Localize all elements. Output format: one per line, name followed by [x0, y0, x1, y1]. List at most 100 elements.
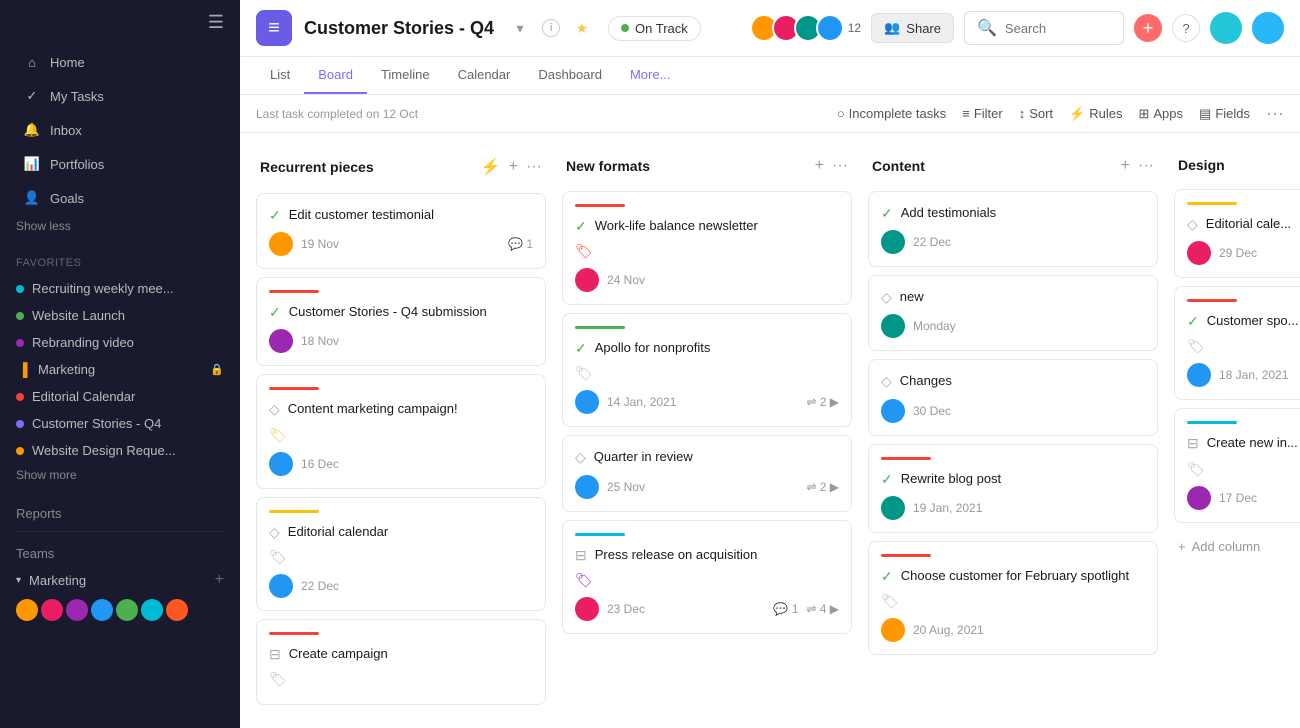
- card-avatar: [269, 574, 293, 598]
- card-title: Customer Stories - Q4 submission: [289, 303, 487, 321]
- chevron-down-icon[interactable]: ▾: [506, 14, 534, 42]
- card-add-testimonials[interactable]: ✓ Add testimonials 22 Dec: [868, 191, 1158, 267]
- diamond-icon: ◇: [881, 289, 892, 306]
- star-icon[interactable]: ★: [568, 14, 596, 42]
- search-input[interactable]: [1005, 21, 1111, 36]
- card-title: Customer spo...: [1207, 312, 1299, 330]
- card-title: Editorial cale...: [1206, 215, 1291, 233]
- add-icon: +: [1178, 539, 1186, 554]
- sidebar-fav-rebranding[interactable]: Rebranding video: [0, 329, 240, 356]
- card-rewrite-blog[interactable]: ✓ Rewrite blog post 19 Jan, 2021: [868, 444, 1158, 533]
- tab-dashboard[interactable]: Dashboard: [524, 57, 616, 94]
- sidebar-item-goals[interactable]: 👤 Goals: [8, 182, 232, 214]
- card-title: Editorial calendar: [288, 523, 388, 541]
- sidebar: ☰ ⌂ Home ✓ My Tasks 🔔 Inbox 📊 Portfolios…: [0, 0, 240, 728]
- card-press-release[interactable]: ⊟ Press release on acquisition 🏷 23 Dec …: [562, 520, 852, 634]
- apps-button[interactable]: ⊞ Apps: [1138, 106, 1183, 122]
- card-create-new[interactable]: ⊟ Create new in... 🏷 17 Dec: [1174, 408, 1300, 522]
- sidebar-reports-section[interactable]: Reports: [0, 494, 240, 525]
- search-box[interactable]: 🔍: [964, 11, 1124, 45]
- team-avatar-group: [0, 595, 240, 625]
- card-avatar: [269, 232, 293, 256]
- sidebar-item-home[interactable]: ⌂ Home: [8, 46, 232, 78]
- lightning-icon[interactable]: ⚡: [481, 157, 501, 177]
- more-options-icon[interactable]: ···: [1266, 103, 1284, 124]
- card-customer-spotlight[interactable]: ✓ Customer spo... 🏷 18 Jan, 2021: [1174, 286, 1300, 400]
- sort-button[interactable]: ↕ Sort: [1019, 106, 1053, 121]
- comment-count: 💬 1: [773, 602, 798, 616]
- main-content: ≡ Customer Stories - Q4 ▾ i ★ On Track 1…: [240, 0, 1300, 728]
- add-card-button[interactable]: +: [509, 158, 518, 176]
- info-icon[interactable]: i: [542, 19, 560, 37]
- add-card-button[interactable]: +: [1121, 157, 1130, 175]
- card-date: 19 Nov: [301, 237, 339, 251]
- subtask-count: ⇌ 2 ▶: [806, 480, 839, 494]
- card-changes[interactable]: ◇ Changes 30 Dec: [868, 359, 1158, 435]
- sidebar-fav-recruiting[interactable]: Recruiting weekly mee...: [0, 275, 240, 302]
- column-header-design: Design: [1174, 149, 1300, 181]
- card-bar: [269, 632, 319, 635]
- show-less-button[interactable]: Show less: [0, 215, 240, 237]
- add-card-button[interactable]: +: [815, 157, 824, 175]
- share-button[interactable]: 👥 Share: [871, 13, 954, 43]
- tab-board[interactable]: Board: [304, 57, 367, 94]
- tag-icon: 🏷: [269, 427, 533, 444]
- card-date: Monday: [913, 319, 956, 333]
- sidebar-fav-marketing[interactable]: ▐ Marketing 🔒: [0, 356, 240, 383]
- tab-more[interactable]: More...: [616, 57, 684, 94]
- favorites-section-title: Favorites: [0, 245, 240, 275]
- card-choose-customer[interactable]: ✓ Choose customer for February spotlight…: [868, 541, 1158, 655]
- add-column-button[interactable]: + Add column: [1174, 531, 1300, 562]
- tab-calendar[interactable]: Calendar: [444, 57, 525, 94]
- card-work-life-newsletter[interactable]: ✓ Work-life balance newsletter 🏷 24 Nov: [562, 191, 852, 305]
- card-avatar: [1187, 241, 1211, 265]
- filter-button[interactable]: ≡ Filter: [962, 106, 1002, 121]
- hamburger-icon[interactable]: ☰: [208, 12, 224, 33]
- sidebar-fav-website-launch[interactable]: Website Launch: [0, 302, 240, 329]
- sidebar-item-my-tasks[interactable]: ✓ My Tasks: [8, 80, 232, 112]
- card-create-campaign[interactable]: ⊟ Create campaign 🏷: [256, 619, 546, 705]
- check-icon: ✓: [881, 471, 893, 488]
- sidebar-header: ☰: [0, 0, 240, 45]
- card-date: 17 Dec: [1219, 491, 1257, 505]
- card-avatar: [575, 268, 599, 292]
- card-editorial-design[interactable]: ◇ Editorial cale... 29 Dec: [1174, 189, 1300, 278]
- card-editorial-calendar[interactable]: ◇ Editorial calendar 🏷 22 Dec: [256, 497, 546, 611]
- card-quarter-in-review[interactable]: ◇ Quarter in review 25 Nov ⇌ 2 ▶: [562, 435, 852, 511]
- avatar: [41, 599, 63, 621]
- tab-list[interactable]: List: [256, 57, 304, 94]
- card-title: Choose customer for February spotlight: [901, 567, 1129, 585]
- status-badge: On Track: [608, 16, 701, 41]
- topbar-icons: ▾ i ★: [506, 14, 596, 42]
- column-title: Recurrent pieces: [260, 159, 473, 175]
- add-button[interactable]: +: [1134, 14, 1162, 42]
- rules-button[interactable]: ⚡ Rules: [1069, 106, 1122, 122]
- card-apollo-nonprofits[interactable]: ✓ Apollo for nonprofits 🏷 14 Jan, 2021 ⇌…: [562, 313, 852, 427]
- sidebar-fav-website-design[interactable]: Website Design Reque...: [0, 437, 240, 464]
- sidebar-item-inbox[interactable]: 🔔 Inbox: [8, 114, 232, 146]
- card-bar: [575, 204, 625, 207]
- card-bar: [269, 510, 319, 513]
- incomplete-tasks-button[interactable]: ○ Incomplete tasks: [837, 106, 946, 121]
- card-q4-submission[interactable]: ✓ Customer Stories - Q4 submission 18 No…: [256, 277, 546, 366]
- help-button[interactable]: ?: [1172, 14, 1200, 42]
- team-add-button[interactable]: +: [215, 571, 224, 589]
- sidebar-item-portfolios[interactable]: 📊 Portfolios: [8, 148, 232, 180]
- card-new[interactable]: ◇ new Monday: [868, 275, 1158, 351]
- project-title: Customer Stories - Q4: [304, 18, 494, 39]
- tab-timeline[interactable]: Timeline: [367, 57, 444, 94]
- tag-icon: 🏷: [575, 572, 839, 589]
- sidebar-fav-editorial[interactable]: Editorial Calendar: [0, 383, 240, 410]
- card-content-marketing[interactable]: ◇ Content marketing campaign! 🏷 16 Dec: [256, 374, 546, 488]
- column-more-icon[interactable]: ···: [526, 158, 542, 176]
- column-more-icon[interactable]: ···: [832, 157, 848, 175]
- show-more-button[interactable]: Show more: [0, 464, 240, 486]
- card-date: 20 Aug, 2021: [913, 623, 984, 637]
- card-edit-testimonial[interactable]: ✓ Edit customer testimonial 19 Nov 💬 1: [256, 193, 546, 269]
- sidebar-fav-customer-stories[interactable]: Customer Stories - Q4: [0, 410, 240, 437]
- column-header-new-formats: New formats + ···: [562, 149, 852, 183]
- card-avatar: [881, 314, 905, 338]
- sidebar-team-marketing[interactable]: ▾ Marketing +: [0, 565, 240, 595]
- fields-button[interactable]: ▤ Fields: [1199, 106, 1250, 122]
- column-more-icon[interactable]: ···: [1138, 157, 1154, 175]
